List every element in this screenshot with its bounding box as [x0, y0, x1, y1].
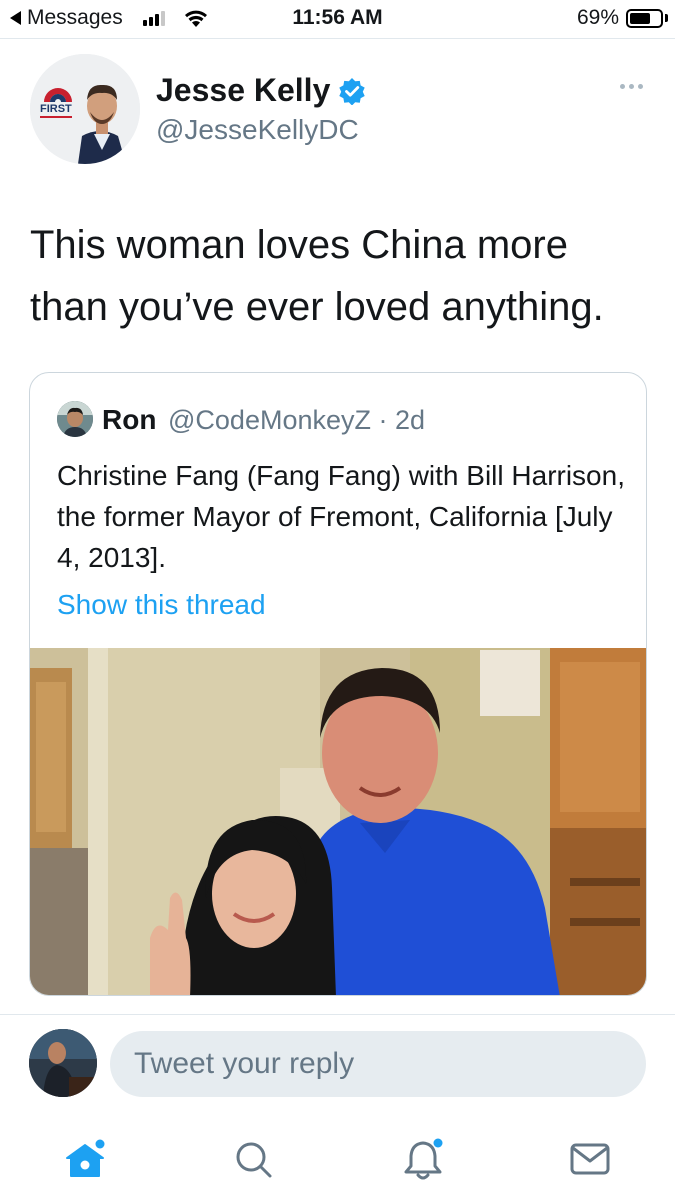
author-handle[interactable]: @JesseKellyDC [156, 114, 359, 146]
quoted-author-avatar [57, 401, 93, 437]
user-avatar[interactable] [29, 1029, 97, 1097]
status-bar: Messages 11:56 AM 69% [0, 0, 675, 38]
user-avatar-image [29, 1029, 97, 1097]
search-icon [236, 1142, 272, 1178]
author-name-text: Jesse Kelly [156, 72, 331, 108]
quoted-tweet-photo[interactable] [30, 648, 647, 996]
battery-fill [630, 13, 650, 24]
reply-divider [0, 1014, 675, 1015]
logo-text: FIRST [40, 103, 72, 115]
quoted-avatar-image [57, 401, 93, 437]
tab-home[interactable] [60, 1134, 110, 1184]
home-icon [66, 1139, 105, 1177]
quoted-author-handle: @CodeMonkeyZ · 2d [168, 405, 426, 435]
more-options-icon[interactable] [620, 84, 643, 89]
tab-messages[interactable] [565, 1134, 615, 1184]
tweet-text: This woman loves China more than you’ve … [30, 223, 604, 329]
reply-input[interactable]: Tweet your reply [110, 1031, 646, 1097]
status-divider [0, 38, 675, 39]
tab-notifications[interactable] [398, 1134, 448, 1184]
battery-icon [626, 9, 663, 28]
author-name[interactable]: Jesse Kelly [156, 72, 366, 109]
tab-search[interactable] [228, 1134, 278, 1184]
quoted-author-name: Ron [102, 404, 157, 435]
notifications-icon [404, 1138, 443, 1180]
show-thread-link[interactable]: Show this thread [57, 589, 266, 621]
status-time: 11:56 AM [292, 6, 383, 29]
author-avatar-image: FIRST [30, 54, 140, 164]
battery-cap [665, 14, 668, 22]
tab-bar [0, 1120, 675, 1200]
messages-icon [570, 1143, 610, 1175]
author-avatar[interactable]: FIRST [30, 54, 140, 164]
verified-badge-icon [339, 77, 366, 105]
quoted-tweet-card[interactable]: Ron @CodeMonkeyZ · 2d Christine Fang (Fa… [29, 372, 647, 996]
battery-percent: 69% [576, 6, 619, 29]
quoted-tweet-text: Christine Fang (Fang Fang) with Bill Har… [57, 460, 625, 573]
